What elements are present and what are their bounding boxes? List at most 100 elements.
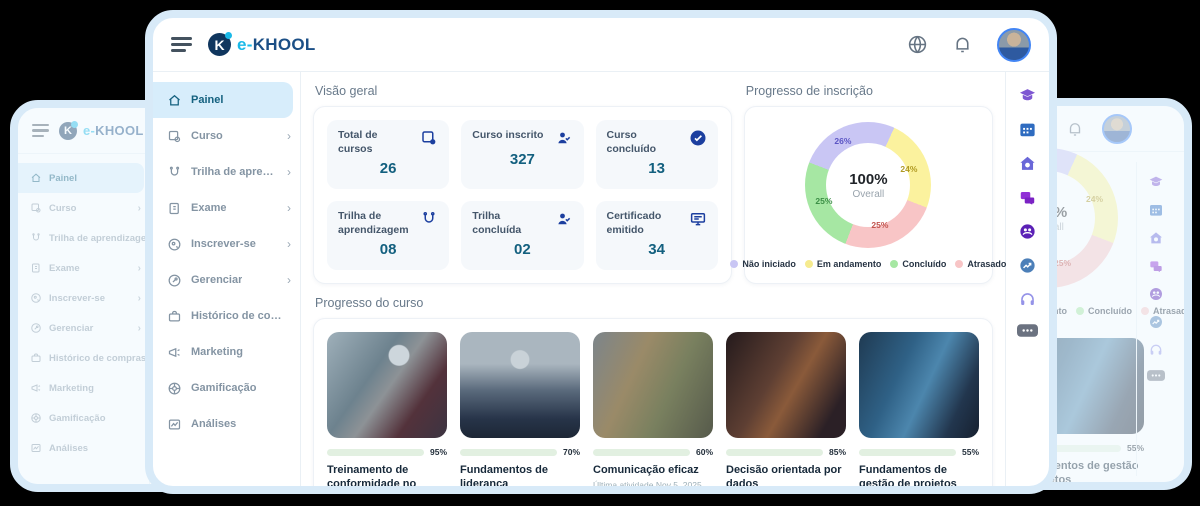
trend-circle-icon[interactable] <box>1018 256 1037 275</box>
legend-dot <box>890 260 898 268</box>
stage: K e-KHOOL Painel Curso› Trilha de aprend… <box>0 0 1200 506</box>
legend-item: Atrasado <box>955 259 1006 269</box>
donut-segment-label: 24% <box>1086 194 1103 204</box>
chevron-right-icon: › <box>138 293 141 304</box>
course-photo <box>859 332 979 438</box>
sidebar-item-inscrever[interactable]: Inscrever-se› <box>153 226 300 262</box>
chevron-right-icon: › <box>138 323 141 334</box>
headset-icon[interactable] <box>1148 342 1164 358</box>
graduation-cap-icon[interactable] <box>1148 174 1164 190</box>
chat-bubbles-icon[interactable] <box>1018 188 1037 207</box>
home-cloud-icon[interactable] <box>1018 154 1037 173</box>
sidebar-item-curso[interactable]: Curso› <box>153 118 300 154</box>
stat-tile-total-cursos: Total de cursos 26 <box>327 120 449 189</box>
progress-track <box>859 449 956 456</box>
wheel-icon <box>167 381 182 396</box>
enrollment-title: Progresso de inscrição <box>746 84 991 98</box>
logo-mark-icon: K <box>208 33 231 56</box>
chevron-right-icon: › <box>287 129 291 143</box>
stat-value: 34 <box>607 241 707 258</box>
sidebar-item-analises[interactable]: Análises <box>18 433 149 463</box>
menu-hamburger-icon[interactable] <box>171 37 192 52</box>
legend-item: Concluído <box>890 259 946 269</box>
more-ellipsis-icon[interactable] <box>1017 324 1038 337</box>
donut-chart: 100% Overall 26% 24% 25% 25% <box>805 122 931 248</box>
course-card-1[interactable]: 95% Treinamento de conformidade no traba… <box>327 332 447 494</box>
donut-center-value: 100% <box>849 171 887 188</box>
course-card-5[interactable]: 55% Fundamentos de gestão de projetos Úl… <box>859 332 979 494</box>
circle-check-filled-icon <box>689 129 707 147</box>
megaphone-icon <box>30 382 42 394</box>
sidebar-item-inscrever[interactable]: Inscrever-se› <box>18 283 149 313</box>
graduation-cap-icon[interactable] <box>1018 86 1037 105</box>
logo[interactable]: K e-KHOOL <box>208 33 316 56</box>
sidebar-item-exame[interactable]: Exame› <box>153 190 300 226</box>
progress-percent: 85% <box>829 447 846 457</box>
home-cloud-icon[interactable] <box>1148 230 1164 246</box>
sidebar-item-historico[interactable]: Histórico de compras <box>153 298 300 334</box>
quick-access-rail <box>1005 72 1049 486</box>
stat-tile-curso-concluido: Curso concluído 13 <box>596 120 718 189</box>
course-title: Decisão orientada por dados <box>726 463 846 492</box>
trend-circle-icon[interactable] <box>1148 314 1164 330</box>
course-box-icon <box>420 129 438 147</box>
analytics-chart-icon <box>167 417 182 432</box>
legend-dot <box>1076 307 1084 315</box>
sidebar-item-analises[interactable]: Análises <box>153 406 300 442</box>
people-circle-icon[interactable] <box>1018 222 1037 241</box>
stat-value: 26 <box>338 160 438 177</box>
legend-dot <box>730 260 738 268</box>
progress-track <box>726 449 823 456</box>
home-icon <box>30 172 42 184</box>
sidebar-item-curso[interactable]: Curso› <box>18 193 149 223</box>
people-circle-icon[interactable] <box>1148 286 1164 302</box>
course-title: Comunicação eficaz <box>593 463 713 477</box>
user-avatar[interactable] <box>1102 114 1132 144</box>
donut-segment-label: 26% <box>834 136 851 146</box>
sidebar-item-trilha[interactable]: Trilha de aprendizagem› <box>153 154 300 190</box>
sidebar-item-gerenciar[interactable]: Gerenciar› <box>153 262 300 298</box>
overview-stats-panel: Total de cursos 26 Curso inscrito 327 <box>313 106 732 284</box>
course-card-2[interactable]: 70% Fundamentos de liderança Última ativ… <box>460 332 580 494</box>
chat-bubbles-icon[interactable] <box>1148 258 1164 274</box>
sidebar-item-trilha[interactable]: Trilha de aprendizagem› <box>18 223 149 253</box>
course-title: Fundamentos de liderança <box>460 463 580 492</box>
exam-icon <box>167 201 182 216</box>
chevron-right-icon: › <box>138 263 141 274</box>
sidebar-item-painel[interactable]: Painel <box>153 82 293 118</box>
course-card-4[interactable]: 85% Decisão orientada por dados Última a… <box>726 332 846 494</box>
more-ellipsis-icon[interactable] <box>1147 370 1165 381</box>
logo-mark-icon: K <box>59 122 77 140</box>
sidebar-item-painel[interactable]: Painel <box>18 163 144 193</box>
manage-wrench-icon <box>167 273 182 288</box>
sidebar-item-gamificacao[interactable]: Gamificação <box>153 370 300 406</box>
course-card-3[interactable]: 60% Comunicação eficaz Última atividade … <box>593 332 713 494</box>
sidebar-item-marketing[interactable]: Marketing <box>153 334 300 370</box>
menu-hamburger-icon[interactable] <box>32 124 49 138</box>
logo: K e-KHOOL <box>59 122 144 140</box>
calendar-icon[interactable] <box>1148 202 1164 218</box>
sidebar-item-exame[interactable]: Exame› <box>18 253 149 283</box>
stat-tile-certificado: Certificado emitido 34 <box>596 201 718 270</box>
logo-prefix: e- <box>237 35 253 54</box>
learning-path-icon <box>420 210 438 228</box>
logo-prefix: e- <box>83 123 95 138</box>
exam-icon <box>30 262 42 274</box>
megaphone-icon <box>167 345 182 360</box>
notification-bell-icon[interactable] <box>952 34 973 55</box>
globe-icon[interactable] <box>907 34 928 55</box>
user-avatar[interactable] <box>997 28 1031 62</box>
briefcase-icon <box>167 309 182 324</box>
manage-wrench-icon <box>30 322 42 334</box>
sidebar-item-marketing[interactable]: Marketing <box>18 373 149 403</box>
notification-bell-icon[interactable] <box>1066 120 1084 138</box>
chevron-right-icon: › <box>287 273 291 287</box>
calendar-icon[interactable] <box>1018 120 1037 139</box>
sidebar-item-gerenciar[interactable]: Gerenciar› <box>18 313 149 343</box>
chevron-right-icon: › <box>138 203 141 214</box>
sidebar-item-historico[interactable]: Histórico de compras <box>18 343 149 373</box>
legend-item: Não iniciado <box>730 259 796 269</box>
headset-icon[interactable] <box>1018 290 1037 309</box>
sidebar-item-gamificacao[interactable]: Gamificação <box>18 403 149 433</box>
course-photo <box>593 332 713 438</box>
